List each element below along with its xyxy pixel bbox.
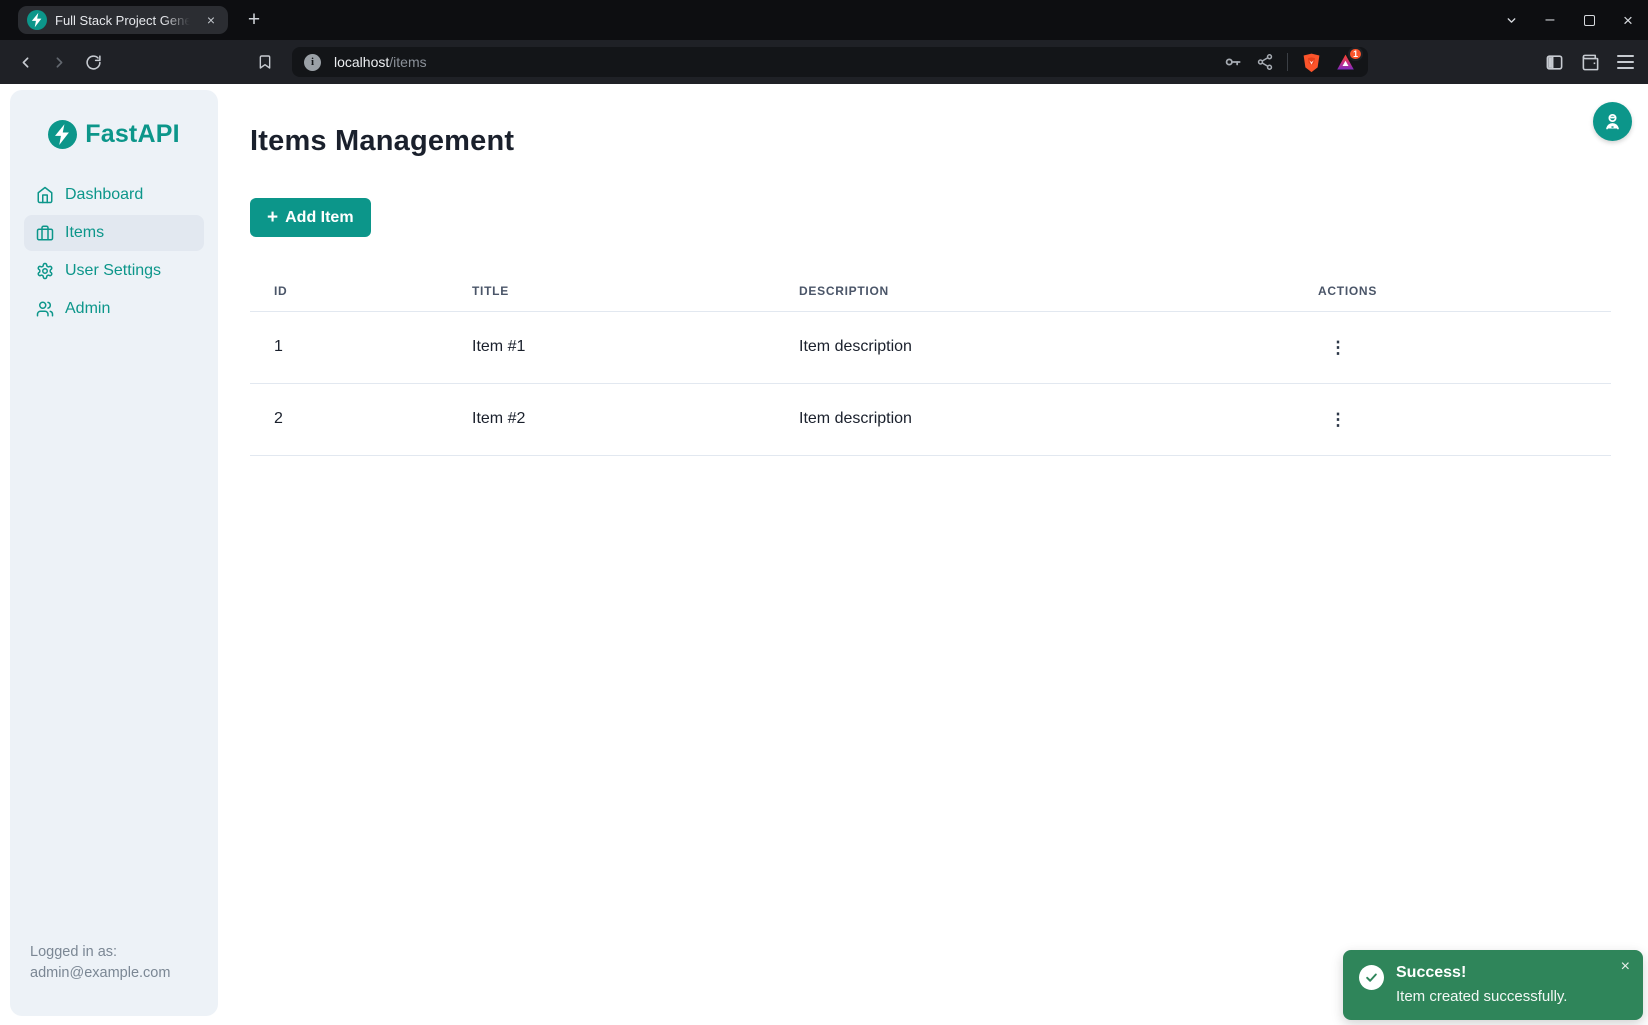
row-actions-menu-button[interactable]: ⋮ bbox=[1322, 331, 1354, 363]
column-header-id: ID bbox=[250, 272, 448, 311]
reload-button[interactable] bbox=[78, 47, 108, 77]
cell-title: Item #2 bbox=[448, 383, 775, 455]
tab-strip: Full Stack Project Genera × + – × bbox=[0, 0, 1648, 40]
toast-text: Success! Item created successfully. bbox=[1396, 963, 1567, 1007]
success-toast: Success! Item created successfully. × bbox=[1343, 950, 1643, 1020]
logged-in-info: Logged in as: admin@example.com bbox=[24, 942, 204, 996]
fastapi-logo: FastAPI bbox=[24, 120, 204, 149]
sidebar-item-label: Admin bbox=[65, 300, 110, 318]
gear-icon bbox=[36, 262, 54, 280]
cell-id: 2 bbox=[250, 383, 448, 455]
sidebar-toggle-icon[interactable] bbox=[1545, 53, 1564, 72]
sidebar-item-user-settings[interactable]: User Settings bbox=[24, 253, 204, 289]
window-close-button[interactable]: × bbox=[1620, 12, 1636, 28]
logged-in-email: admin@example.com bbox=[30, 963, 198, 984]
tab-search-chevron-icon[interactable] bbox=[1503, 12, 1519, 28]
bookmark-icon[interactable] bbox=[250, 47, 280, 77]
check-circle-icon bbox=[1359, 965, 1384, 990]
toast-close-icon[interactable]: × bbox=[1619, 957, 1632, 977]
cell-id: 1 bbox=[250, 311, 448, 383]
fastapi-logo-icon bbox=[48, 120, 77, 149]
sidebar-item-admin[interactable]: Admin bbox=[24, 291, 204, 327]
sidebar-item-label: Dashboard bbox=[65, 186, 143, 204]
menu-icon[interactable] bbox=[1617, 55, 1634, 69]
cell-title: Item #1 bbox=[448, 311, 775, 383]
sidebar-nav: Dashboard Items User Settings Admin bbox=[24, 177, 204, 327]
sidebar: FastAPI Dashboard Items User Settings bbox=[10, 90, 218, 1016]
column-header-actions: ACTIONS bbox=[1294, 272, 1611, 311]
cell-description: Item description bbox=[775, 311, 1294, 383]
sidebar-item-label: User Settings bbox=[65, 262, 161, 280]
cell-description: Item description bbox=[775, 383, 1294, 455]
column-header-title: TITLE bbox=[448, 272, 775, 311]
brave-shield-icon[interactable] bbox=[1301, 52, 1322, 73]
sidebar-item-items[interactable]: Items bbox=[24, 215, 204, 251]
users-icon bbox=[36, 300, 54, 318]
url-path: /items bbox=[389, 54, 426, 70]
share-icon[interactable] bbox=[1256, 53, 1274, 71]
browser-tab[interactable]: Full Stack Project Genera × bbox=[18, 6, 228, 34]
table-row: 2 Item #2 Item description ⋮ bbox=[250, 383, 1611, 455]
brave-rewards-icon[interactable]: 1 bbox=[1335, 52, 1356, 73]
plus-icon: + bbox=[267, 208, 278, 227]
user-icon bbox=[1602, 111, 1623, 132]
forward-button[interactable] bbox=[44, 47, 74, 77]
user-avatar-button[interactable] bbox=[1593, 102, 1632, 141]
add-item-label: Add Item bbox=[285, 209, 353, 227]
wallet-icon[interactable] bbox=[1581, 53, 1600, 72]
window-controls: – × bbox=[1503, 0, 1636, 40]
table-header-row: ID TITLE DESCRIPTION ACTIONS bbox=[250, 272, 1611, 311]
sidebar-item-dashboard[interactable]: Dashboard bbox=[24, 177, 204, 213]
tab-close-icon[interactable]: × bbox=[202, 11, 220, 29]
back-button[interactable] bbox=[10, 47, 40, 77]
sidebar-item-label: Items bbox=[65, 224, 104, 242]
tab-title: Full Stack Project Genera bbox=[55, 13, 194, 28]
page-content: FastAPI Dashboard Items User Settings bbox=[0, 84, 1648, 1025]
row-actions-menu-button[interactable]: ⋮ bbox=[1322, 403, 1354, 435]
url-text: localhost/items bbox=[334, 54, 427, 70]
logged-in-label: Logged in as: bbox=[30, 942, 198, 963]
address-bar[interactable]: i localhost/items bbox=[292, 47, 1368, 77]
home-icon bbox=[36, 186, 54, 204]
page-title: Items Management bbox=[250, 125, 1611, 158]
urlbar-separator bbox=[1287, 53, 1288, 71]
site-info-icon[interactable]: i bbox=[304, 54, 321, 71]
password-key-icon[interactable] bbox=[1223, 52, 1243, 72]
briefcase-icon bbox=[36, 224, 54, 242]
table-row: 1 Item #1 Item description ⋮ bbox=[250, 311, 1611, 383]
browser-window: Full Stack Project Genera × + – × i bbox=[0, 0, 1648, 1025]
rewards-badge: 1 bbox=[1348, 47, 1363, 61]
toast-message: Item created successfully. bbox=[1396, 987, 1567, 1007]
url-host: localhost bbox=[334, 54, 389, 70]
column-header-description: DESCRIPTION bbox=[775, 272, 1294, 311]
fastapi-favicon-icon bbox=[27, 10, 47, 30]
window-maximize-button[interactable] bbox=[1581, 12, 1597, 28]
main-content: Items Management + Add Item ID TITLE DES… bbox=[218, 84, 1648, 456]
add-item-button[interactable]: + Add Item bbox=[250, 198, 371, 237]
window-minimize-button[interactable]: – bbox=[1542, 12, 1558, 28]
browser-toolbar: i localhost/items bbox=[0, 40, 1648, 84]
toast-title: Success! bbox=[1396, 963, 1567, 983]
new-tab-button[interactable]: + bbox=[240, 6, 268, 34]
logo-text: FastAPI bbox=[85, 120, 179, 149]
toolbar-right bbox=[1545, 53, 1638, 72]
urlbar-actions: 1 bbox=[1223, 52, 1356, 73]
items-table: ID TITLE DESCRIPTION ACTIONS 1 Item #1 I… bbox=[250, 272, 1611, 456]
